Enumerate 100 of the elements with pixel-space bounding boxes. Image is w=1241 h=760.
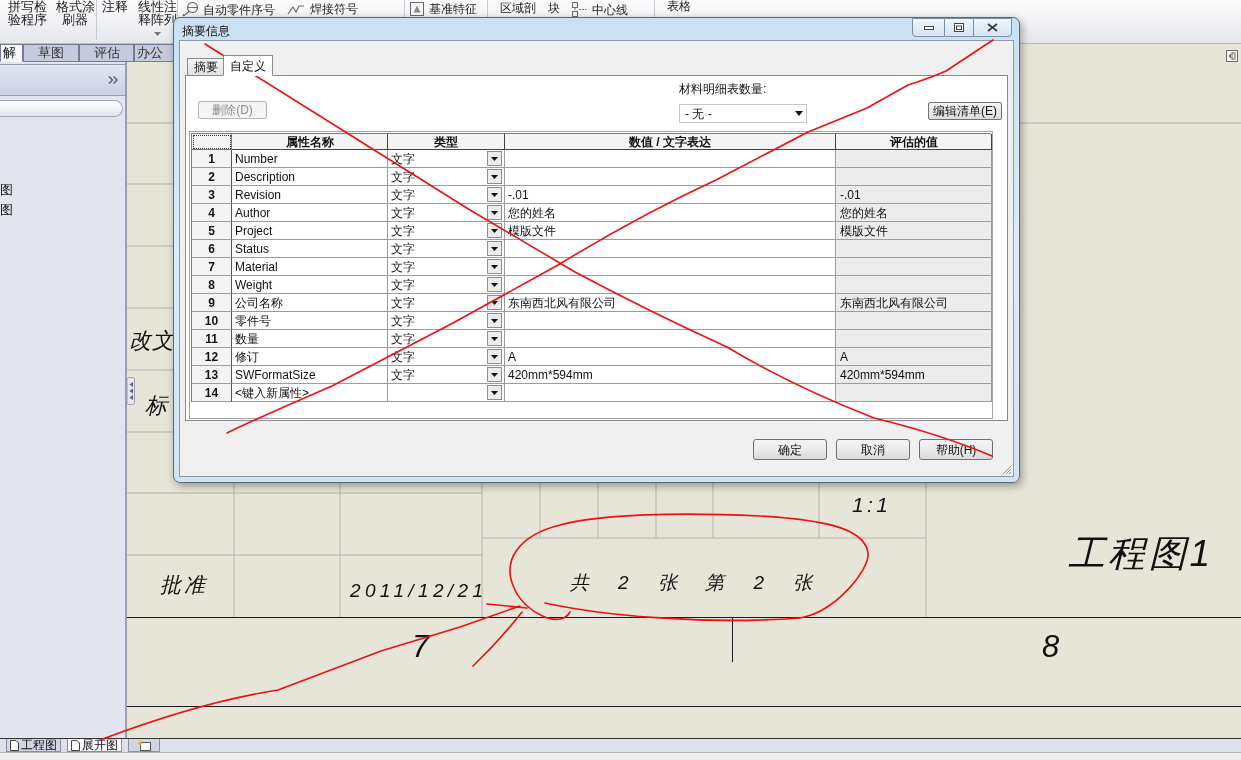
ribbon-tool[interactable]: 注释: [102, 0, 128, 13]
row-number-cell: 5: [192, 222, 232, 240]
panel-toggle-icon[interactable]: [1226, 50, 1238, 62]
column-header: 数值 / 文字表达: [505, 134, 836, 150]
double-chevron-icon[interactable]: [108, 76, 118, 84]
value-cell[interactable]: A: [505, 348, 836, 366]
property-name-cell[interactable]: Author: [232, 204, 388, 222]
row-number-cell: 9: [192, 294, 232, 312]
dialog-tab[interactable]: 自定义: [223, 55, 273, 76]
dialog-button[interactable]: 帮助(H): [919, 439, 993, 460]
type-dropdown[interactable]: 文字: [388, 240, 505, 258]
dialog-button[interactable]: 确定: [753, 439, 827, 460]
row-number-cell: 4: [192, 204, 232, 222]
value-cell[interactable]: 东南西北风有限公司: [505, 294, 836, 312]
value-cell[interactable]: [505, 330, 836, 348]
value-cell[interactable]: [505, 258, 836, 276]
sheet-tab[interactable]: 展开图: [67, 739, 122, 752]
value-cell[interactable]: [505, 150, 836, 168]
ribbon-tool[interactable]: 格式涂刷器: [55, 0, 95, 26]
row-number-cell: 2: [192, 168, 232, 186]
ribbon-tool[interactable]: 块: [548, 2, 560, 15]
close-icon: [987, 23, 998, 32]
ribbon-tool[interactable]: 拼写检验程序: [7, 0, 47, 26]
maximize-button[interactable]: [945, 18, 973, 37]
ribbon-tool[interactable]: 区域剖: [500, 2, 536, 15]
type-dropdown[interactable]: 文字: [388, 312, 505, 330]
value-cell[interactable]: [505, 240, 836, 258]
value-cell[interactable]: 模版文件: [505, 222, 836, 240]
type-dropdown[interactable]: 文字: [388, 330, 505, 348]
property-name-cell[interactable]: 零件号: [232, 312, 388, 330]
property-name-cell[interactable]: Number: [232, 150, 388, 168]
caret-icon: [795, 111, 803, 116]
tree-item[interactable]: 图: [0, 203, 13, 216]
row-number-cell: 6: [192, 240, 232, 258]
type-dropdown[interactable]: 文字: [388, 222, 505, 240]
ribbon-tool[interactable]: 基准特征: [410, 2, 477, 16]
property-name-cell[interactable]: 公司名称: [232, 294, 388, 312]
command-tab[interactable]: 办公: [134, 44, 174, 62]
property-name-cell[interactable]: 修订: [232, 348, 388, 366]
minimize-button[interactable]: [912, 18, 945, 37]
date-text: 2011/12/21: [350, 580, 483, 601]
tree-item[interactable]: 图: [0, 183, 13, 196]
property-name-cell[interactable]: Weight: [232, 276, 388, 294]
command-tab[interactable]: 评估: [79, 44, 134, 62]
row-number-cell: 12: [192, 348, 232, 366]
close-button[interactable]: [973, 18, 1012, 37]
type-dropdown[interactable]: 文字: [388, 258, 505, 276]
dialog-title: 摘要信息: [182, 24, 230, 38]
add-sheet-icon: [137, 739, 151, 751]
value-cell[interactable]: 您的姓名: [505, 204, 836, 222]
zigzag-line-icon: [287, 3, 305, 15]
type-dropdown[interactable]: 文字: [388, 348, 505, 366]
property-name-cell[interactable]: Description: [232, 168, 388, 186]
sheet-tab[interactable]: 工程图: [6, 739, 61, 752]
dialog-button[interactable]: 取消: [836, 439, 910, 460]
property-name-cell[interactable]: Project: [232, 222, 388, 240]
add-sheet-button[interactable]: [128, 739, 160, 752]
type-dropdown[interactable]: 文字: [388, 276, 505, 294]
collapse-handle-icon[interactable]: [127, 377, 135, 405]
ribbon-tool[interactable]: 中心线: [572, 2, 628, 17]
row-number-cell: 1: [192, 150, 232, 168]
edit-list-button[interactable]: 编辑清单(E): [928, 102, 1002, 120]
property-name-cell[interactable]: 数量: [232, 330, 388, 348]
type-dropdown[interactable]: 文字: [388, 204, 505, 222]
type-dropdown[interactable]: 文字: [388, 150, 505, 168]
row-number-cell: 13: [192, 366, 232, 384]
value-cell[interactable]: [505, 384, 836, 402]
bom-quantity-dropdown[interactable]: - 无 -: [679, 104, 807, 123]
side-label: 标: [145, 393, 167, 418]
ribbon-tool[interactable]: 表格: [667, 0, 691, 13]
page-icon: [10, 739, 19, 751]
resize-grip-icon[interactable]: [1001, 464, 1012, 475]
property-name-cell[interactable]: <键入新属性>: [232, 384, 388, 402]
row-number-cell: 8: [192, 276, 232, 294]
property-name-cell[interactable]: Material: [232, 258, 388, 276]
row-number-cell: 7: [192, 258, 232, 276]
command-tab[interactable]: 草图: [23, 44, 79, 62]
type-dropdown[interactable]: [388, 384, 505, 402]
ribbon-tool[interactable]: 自动零件序号: [182, 2, 275, 17]
property-name-cell[interactable]: Revision: [232, 186, 388, 204]
zone-number: 8: [1042, 629, 1060, 664]
type-dropdown[interactable]: 文字: [388, 366, 505, 384]
command-tab[interactable]: 解: [0, 44, 23, 62]
ribbon-tool[interactable]: 焊接符号: [287, 2, 358, 16]
type-dropdown[interactable]: 文字: [388, 294, 505, 312]
value-cell[interactable]: 420mm*594mm: [505, 366, 836, 384]
value-cell[interactable]: -.01: [505, 186, 836, 204]
value-cell[interactable]: [505, 312, 836, 330]
dialog-tab[interactable]: 摘要: [187, 58, 224, 76]
property-name-cell[interactable]: Status: [232, 240, 388, 258]
evaluated-value-cell: 您的姓名: [836, 204, 992, 222]
row-number-cell: 10: [192, 312, 232, 330]
value-cell[interactable]: [505, 276, 836, 294]
column-header: 属性名称: [232, 134, 388, 150]
column-header: 评估的值: [836, 134, 992, 150]
value-cell[interactable]: [505, 168, 836, 186]
row-number-cell: 11: [192, 330, 232, 348]
type-dropdown[interactable]: 文字: [388, 186, 505, 204]
search-field[interactable]: [0, 100, 123, 117]
property-name-cell[interactable]: SWFormatSize: [232, 366, 388, 384]
